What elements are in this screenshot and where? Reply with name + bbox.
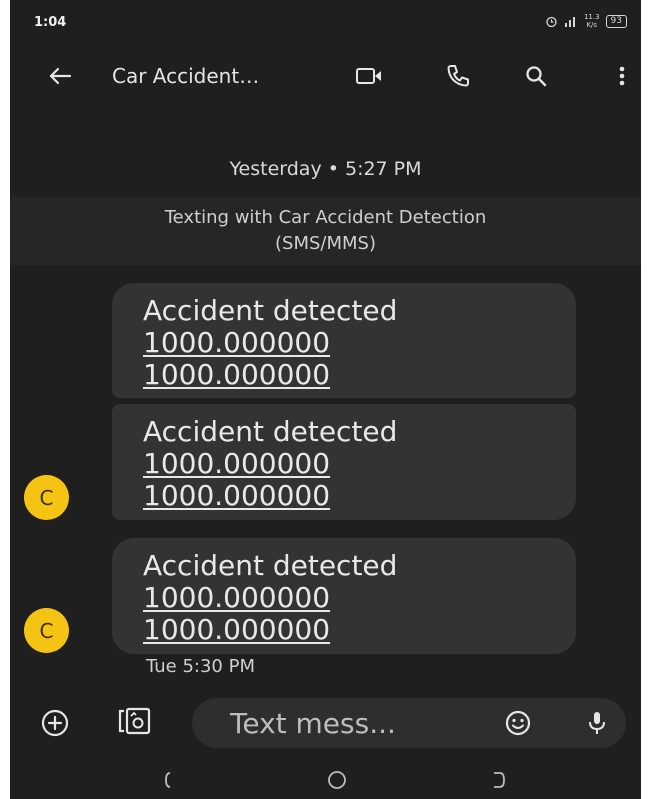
- app-bar: Car Accident…: [10, 48, 641, 104]
- system-nav-bar: [10, 759, 641, 799]
- arrow-left-icon: [49, 67, 72, 85]
- plus-circle-icon: [41, 709, 69, 737]
- message-bubble[interactable]: Accident detected 1000.000000 1000.00000…: [112, 283, 576, 398]
- microphone-icon: [589, 712, 605, 734]
- conversation-title[interactable]: Car Accident…: [112, 64, 259, 88]
- message-text: Accident detected: [143, 294, 398, 327]
- status-bar: 1:04 11.3 K/s 93: [10, 0, 641, 44]
- more-vert-icon: [619, 66, 625, 86]
- emoji-button[interactable]: [503, 708, 533, 738]
- texting-banner: Texting with Car Accident Detection (SMS…: [10, 197, 641, 265]
- back-button[interactable]: [44, 60, 76, 92]
- search-icon: [526, 66, 547, 87]
- gallery-icon: [118, 707, 151, 735]
- message-text: Accident detected: [143, 415, 398, 448]
- system-back-button[interactable]: [486, 769, 510, 791]
- recents-button[interactable]: [162, 769, 186, 791]
- signal-icon: [564, 17, 575, 27]
- alarm-icon: [546, 16, 557, 27]
- sender-avatar[interactable]: C: [24, 608, 69, 653]
- voice-input-button[interactable]: [582, 708, 612, 738]
- sender-avatar[interactable]: C: [24, 475, 69, 520]
- coordinate-link[interactable]: 1000.000000: [143, 327, 576, 359]
- home-button[interactable]: [325, 769, 349, 791]
- video-camera-icon: [356, 68, 381, 84]
- status-time: 1:04: [34, 15, 67, 30]
- recents-icon: [165, 772, 171, 788]
- banner-line-1: Texting with Car Accident Detection: [164, 207, 487, 228]
- coordinate-link[interactable]: 1000.000000: [143, 480, 576, 512]
- compose-bar: Text mess...: [10, 694, 641, 750]
- banner-line-2: (SMS/MMS): [275, 233, 376, 254]
- coordinate-link[interactable]: 1000.000000: [143, 448, 576, 480]
- status-icons: 11.3 K/s 93: [545, 13, 627, 29]
- message-text: Accident detected: [143, 549, 398, 582]
- message-bubble[interactable]: Accident detected 1000.000000 1000.00000…: [112, 538, 576, 654]
- coordinate-link[interactable]: 1000.000000: [143, 582, 576, 614]
- home-icon: [328, 771, 346, 789]
- gallery-button[interactable]: [115, 704, 155, 740]
- back-icon: [494, 772, 505, 788]
- emoji-icon: [505, 710, 531, 736]
- network-speed: 11.3 K/s: [583, 13, 600, 29]
- message-timestamp: Tue 5:30 PM: [146, 656, 255, 677]
- date-header: Yesterday • 5:27 PM: [229, 158, 422, 180]
- battery-icon: 93: [605, 14, 627, 28]
- voice-call-button[interactable]: [442, 60, 474, 92]
- add-attachment-button[interactable]: [38, 706, 72, 740]
- message-input[interactable]: Text mess...: [192, 698, 626, 748]
- coordinate-link[interactable]: 1000.000000: [143, 614, 576, 646]
- phone-screen: 1:04 11.3 K/s 93 Car Accident… Yesterday…: [10, 0, 641, 799]
- coordinate-link[interactable]: 1000.000000: [143, 359, 576, 391]
- video-call-button[interactable]: [353, 60, 385, 92]
- more-options-button[interactable]: [606, 60, 638, 92]
- message-bubble[interactable]: Accident detected 1000.000000 1000.00000…: [112, 404, 576, 520]
- search-button[interactable]: [520, 60, 552, 92]
- phone-icon: [447, 65, 469, 87]
- message-input-placeholder: Text mess...: [230, 707, 396, 740]
